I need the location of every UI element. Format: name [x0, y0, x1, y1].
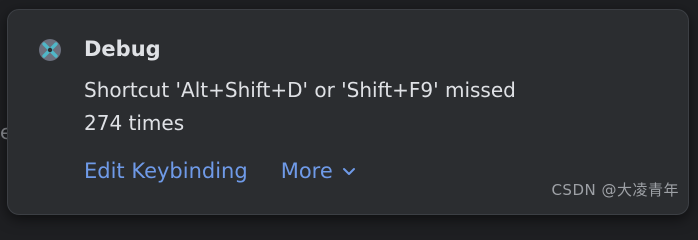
debug-icon [39, 39, 61, 61]
notification-message-line1: Shortcut 'Alt+Shift+D' or 'Shift+F9' mis… [84, 78, 516, 102]
edit-keybinding-link[interactable]: Edit Keybinding [84, 156, 248, 186]
notification-popup: Debug Shortcut 'Alt+Shift+D' or 'Shift+F… [7, 9, 689, 215]
notification-actions: Edit Keybinding More [84, 156, 356, 186]
notification-message-line2: 274 times [84, 111, 185, 135]
watermark: CSDN @大凌青年 [551, 181, 679, 199]
notification-title: Debug [84, 37, 161, 61]
chevron-down-icon [342, 168, 355, 175]
notification-message: Shortcut 'Alt+Shift+D' or 'Shift+F9' mis… [84, 74, 664, 140]
more-label: More [280, 159, 333, 183]
more-dropdown[interactable]: More [281, 156, 356, 186]
